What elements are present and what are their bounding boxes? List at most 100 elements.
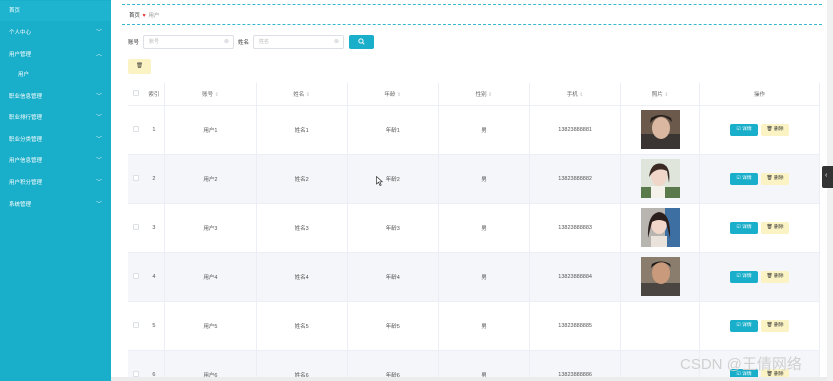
row-checkbox[interactable] xyxy=(132,370,139,377)
sidebar-item-system[interactable]: 系统管理 ﹀ xyxy=(0,195,111,215)
sidebar-item-label: 职业排行管理 xyxy=(9,115,43,121)
row-select-cell[interactable] xyxy=(128,154,144,204)
row-checkbox[interactable] xyxy=(132,223,139,230)
cell-photo xyxy=(620,105,701,155)
cell-index: 2 xyxy=(143,154,166,204)
cell-account: 用户1 xyxy=(164,105,257,155)
cell-age: 年龄5 xyxy=(347,301,439,351)
user-photo[interactable] xyxy=(640,208,680,247)
user-photo[interactable] xyxy=(640,110,680,149)
sort-icon[interactable]: ⇕ xyxy=(488,92,492,98)
delete-button[interactable]: 🗑 删除 xyxy=(761,221,790,234)
trash-icon: 🗑 xyxy=(766,322,774,328)
delete-button[interactable]: 🗑 删除 xyxy=(761,172,790,185)
header-photo[interactable]: 照片 ⇕ xyxy=(620,83,701,106)
sidebar-item-home[interactable]: 首页 xyxy=(0,1,111,21)
detail-button[interactable]: ☑ 详情 xyxy=(730,221,759,234)
trash-icon: 🗑 xyxy=(766,273,774,279)
cell-phone: 13823888884 xyxy=(529,252,622,302)
sort-icon[interactable]: ⇕ xyxy=(664,92,668,98)
sort-icon[interactable]: ⇕ xyxy=(397,92,401,98)
sidebar-item-career-category[interactable]: 职业分类管理 ﹀ xyxy=(0,130,111,150)
header-photo-label: 照片 xyxy=(651,91,663,98)
cell-name: 姓名1 xyxy=(256,105,348,155)
header-age[interactable]: 年龄 ⇕ xyxy=(347,83,439,106)
delete-button[interactable]: 🗑 删除 xyxy=(761,123,790,136)
row-checkbox[interactable] xyxy=(132,125,139,132)
sidebar-item-career-ranking[interactable]: 职业排行管理 ﹀ xyxy=(0,108,111,128)
row-select-cell[interactable] xyxy=(128,301,144,351)
sidebar-item-user-management[interactable]: 用户管理 ︿ xyxy=(0,45,111,65)
delete-button[interactable]: 🗑 删除 xyxy=(761,270,790,283)
detail-button[interactable]: ☑ 详情 xyxy=(730,123,759,136)
sort-icon[interactable]: ⇕ xyxy=(306,92,310,98)
table-row: 5 用户5 姓名5 年龄5 男 13823888885 ☑ 详情 🗑 删除 xyxy=(128,301,820,351)
chevron-down-icon: ﹀ xyxy=(95,30,102,36)
header-account[interactable]: 账号 ⇕ xyxy=(164,83,257,106)
account-search-input[interactable]: 账号 ⊗ xyxy=(143,35,234,49)
cell-age: 年龄4 xyxy=(347,252,439,302)
batch-delete-button[interactable]: 🗑 xyxy=(128,59,151,74)
delete-label: 删除 xyxy=(773,126,784,132)
header-gender[interactable]: 性别 ⇕ xyxy=(438,83,531,106)
breadcrumb-home[interactable]: 首页 xyxy=(129,13,140,19)
detail-label: 详情 xyxy=(742,322,752,328)
row-checkbox[interactable] xyxy=(132,321,139,328)
select-all-cell[interactable] xyxy=(128,83,144,106)
cell-actions: ☑ 详情 🗑 删除 xyxy=(699,203,820,253)
sidebar-item-personal-center[interactable]: 个人中心 ﹀ xyxy=(0,23,111,43)
sidebar-item-user-points[interactable]: 用户积分管理 ﹀ xyxy=(0,173,111,193)
sort-icon[interactable]: ⇕ xyxy=(215,92,219,98)
clear-icon[interactable]: ⊗ xyxy=(224,36,229,48)
user-photo[interactable] xyxy=(640,257,680,296)
row-select-cell[interactable] xyxy=(128,203,144,253)
detail-button[interactable]: ☑ 详情 xyxy=(730,319,759,332)
table-row: 1 用户1 姓名1 年龄1 男 13823888881 ☑ 详情 🗑 删除 xyxy=(128,105,820,155)
header-actions: 操作 xyxy=(699,83,820,106)
select-all-checkbox[interactable] xyxy=(132,89,139,96)
table-row: 2 用户2 姓名2 年龄2 男 13823888882 ☑ 详情 🗑 删除 xyxy=(128,154,820,204)
name-search-input[interactable]: 姓名 ⊗ xyxy=(253,35,344,49)
cell-phone: 13823888885 xyxy=(529,301,622,351)
collapse-handle[interactable]: ‹ xyxy=(822,166,833,188)
header-age-label: 年龄 xyxy=(384,91,396,98)
sidebar-item-label: 系统管理 xyxy=(9,202,32,208)
sidebar-item-user[interactable]: 用户 xyxy=(0,65,111,85)
table-header-row: 索引 账号 ⇕ 姓名 ⇕ 年龄 ⇕ 性别 ⇕ 手机 ⇕ 照片 ⇕ 操作 xyxy=(128,83,820,106)
cell-account: 用户2 xyxy=(164,154,257,204)
watermark: CSDN @王倩网络 xyxy=(680,356,802,373)
cell-photo xyxy=(620,252,701,302)
table-row: 4 用户4 姓名4 年龄4 男 13823888884 ☑ 详情 🗑 删除 xyxy=(128,252,820,302)
cell-actions: ☑ 详情 🗑 删除 xyxy=(699,301,820,351)
delete-button[interactable]: 🗑 删除 xyxy=(761,319,790,332)
header-phone[interactable]: 手机 ⇕ xyxy=(529,83,622,106)
cell-gender: 男 xyxy=(438,105,531,155)
breadcrumb-current: 用户 xyxy=(148,13,160,19)
trash-icon: 🗑 xyxy=(766,175,774,181)
header-name[interactable]: 姓名 ⇕ xyxy=(256,83,348,106)
cell-gender: 男 xyxy=(438,301,531,351)
cell-account: 用户5 xyxy=(164,301,257,351)
delete-label: 删除 xyxy=(773,322,784,328)
sidebar-item-career-info[interactable]: 职业信息管理 ﹀ xyxy=(0,87,111,107)
row-select-cell[interactable] xyxy=(128,105,144,155)
detail-label: 详情 xyxy=(742,126,752,132)
user-photo[interactable] xyxy=(640,159,680,198)
sidebar-item-user-info[interactable]: 用户信息管理 ﹀ xyxy=(0,151,111,171)
account-label: 账号 xyxy=(128,40,140,46)
cell-photo xyxy=(620,203,701,253)
row-select-cell[interactable] xyxy=(128,252,144,302)
cell-gender: 男 xyxy=(438,154,531,204)
sidebar-item-label: 用户积分管理 xyxy=(9,180,43,186)
sort-icon[interactable]: ⇕ xyxy=(579,92,583,98)
row-checkbox[interactable] xyxy=(132,272,139,279)
clear-icon[interactable]: ⊗ xyxy=(334,36,339,48)
cell-actions: ☑ 详情 🗑 删除 xyxy=(699,252,820,302)
horizontal-scrollbar[interactable] xyxy=(111,377,827,381)
detail-button[interactable]: ☑ 详情 xyxy=(730,172,759,185)
detail-button[interactable]: ☑ 详情 xyxy=(730,270,759,283)
vertical-scrollbar[interactable] xyxy=(827,0,833,381)
search-button[interactable] xyxy=(349,35,374,49)
cell-phone: 13823888881 xyxy=(529,105,622,155)
row-checkbox[interactable] xyxy=(132,174,139,181)
